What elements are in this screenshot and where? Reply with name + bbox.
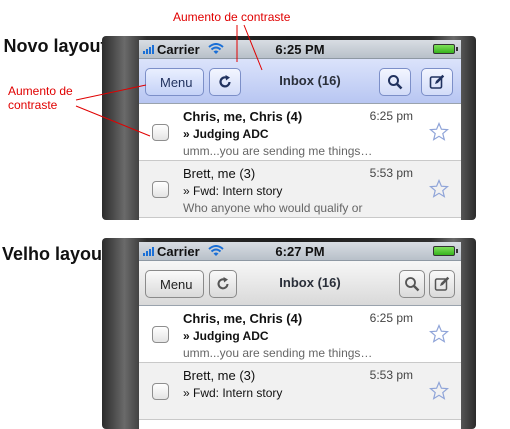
message-row[interactable]: Chris, me, Chris (4) 6:25 pm » Judging A… bbox=[139, 104, 461, 161]
compose-button[interactable] bbox=[421, 68, 453, 96]
message-checkbox[interactable] bbox=[152, 326, 169, 343]
annotation-left: Aumento de contraste bbox=[8, 84, 73, 112]
compose-button[interactable] bbox=[429, 270, 455, 298]
compose-icon bbox=[429, 74, 445, 89]
toolbar: Menu Inbox (16) bbox=[139, 261, 461, 306]
message-subject: » Judging ADC bbox=[183, 127, 269, 141]
message-row[interactable]: Brett, me (3) 5:53 pm » Fwd: Intern stor… bbox=[139, 161, 461, 218]
message-snippet: Who anyone who would qualify or bbox=[183, 201, 363, 215]
star-icon[interactable] bbox=[429, 179, 449, 199]
inbox-title: Inbox (16) bbox=[279, 275, 341, 290]
star-icon[interactable] bbox=[429, 122, 449, 142]
refresh-button[interactable] bbox=[209, 68, 241, 96]
refresh-icon bbox=[217, 277, 229, 290]
toolbar: Menu Inbox (16) bbox=[139, 59, 461, 104]
message-time: 6:25 pm bbox=[369, 311, 413, 325]
message-time: 5:53 pm bbox=[369, 368, 413, 382]
message-snippet: umm...you are sending me things… bbox=[183, 346, 373, 360]
inbox-title: Inbox (16) bbox=[279, 73, 341, 88]
message-subject: » Fwd: Intern story bbox=[183, 184, 283, 198]
refresh-icon bbox=[219, 75, 231, 88]
message-subject: » Fwd: Intern story bbox=[183, 386, 283, 400]
status-bar: Carrier 6:27 PM bbox=[139, 242, 461, 261]
new-layout-label: Novo layout bbox=[3, 36, 107, 56]
menu-label: Menu bbox=[160, 276, 193, 292]
old-layout-phone: Carrier 6:27 PM Menu Inbox (16) Chris, m… bbox=[102, 238, 476, 429]
status-time: 6:25 PM bbox=[275, 41, 325, 57]
search-button[interactable] bbox=[399, 270, 425, 298]
message-row[interactable]: Chris, me, Chris (4) 6:25 pm » Judging A… bbox=[139, 306, 461, 363]
message-checkbox[interactable] bbox=[152, 124, 169, 141]
message-sender: Chris, me, Chris (4) bbox=[183, 311, 303, 326]
status-time: 6:27 PM bbox=[275, 243, 325, 259]
message-snippet: umm...you are sending me things… bbox=[183, 144, 373, 158]
search-icon bbox=[388, 75, 403, 90]
status-bar: Carrier 6:25 PM bbox=[139, 40, 461, 59]
new-layout-screen: Carrier 6:25 PM Menu Inbox (16) Chris, m… bbox=[139, 40, 461, 220]
search-button[interactable] bbox=[379, 68, 411, 96]
new-layout-phone: Carrier 6:25 PM Menu Inbox (16) Chris, m… bbox=[102, 36, 476, 220]
star-icon[interactable] bbox=[429, 324, 449, 344]
message-row[interactable]: Brett, me (3) 5:53 pm » Fwd: Intern stor… bbox=[139, 363, 461, 420]
battery-icon bbox=[433, 246, 458, 256]
compose-icon bbox=[434, 276, 450, 291]
menu-button[interactable]: Menu bbox=[145, 270, 204, 298]
message-checkbox[interactable] bbox=[152, 383, 169, 400]
message-time: 5:53 pm bbox=[369, 166, 413, 180]
message-checkbox[interactable] bbox=[152, 181, 169, 198]
menu-label: Menu bbox=[160, 74, 193, 90]
message-sender: Chris, me, Chris (4) bbox=[183, 109, 303, 124]
message-sender: Brett, me (3) bbox=[183, 166, 256, 181]
message-time: 6:25 pm bbox=[369, 109, 413, 123]
message-subject: » Judging ADC bbox=[183, 329, 269, 343]
battery-icon bbox=[433, 44, 458, 54]
message-sender: Brett, me (3) bbox=[183, 368, 256, 383]
search-icon bbox=[405, 277, 420, 292]
star-icon[interactable] bbox=[429, 381, 449, 401]
refresh-button[interactable] bbox=[209, 270, 237, 298]
annotation-top: Aumento de contraste bbox=[173, 10, 291, 24]
menu-button[interactable]: Menu bbox=[145, 68, 204, 96]
old-layout-label: Velho layout bbox=[1, 244, 109, 264]
old-layout-screen: Carrier 6:27 PM Menu Inbox (16) Chris, m… bbox=[139, 242, 461, 429]
